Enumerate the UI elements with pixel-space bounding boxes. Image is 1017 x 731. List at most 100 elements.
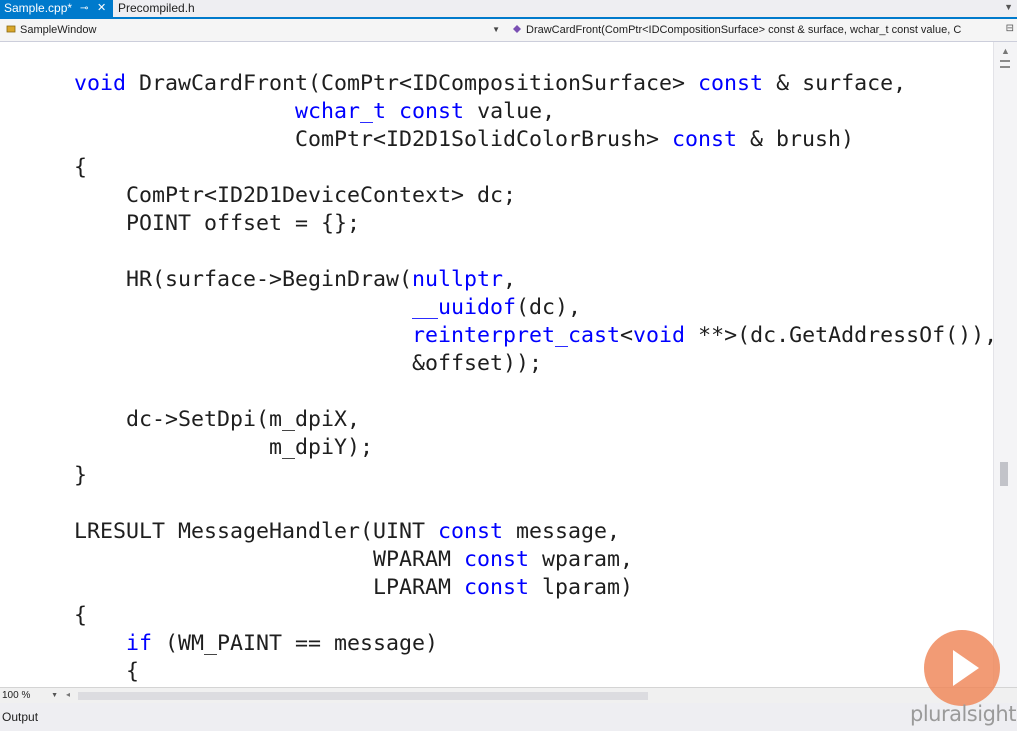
code-token: {	[74, 659, 140, 684]
code-keyword: __uuidof	[412, 295, 517, 320]
scroll-left-icon[interactable]: ◂	[66, 690, 70, 699]
code-line: if (WM_PAINT == message)	[74, 630, 993, 658]
code-keyword: const	[672, 127, 738, 152]
code-line: LRESULT MessageHandler(UINT const messag…	[74, 518, 993, 546]
method-icon	[513, 25, 521, 33]
code-token: LRESULT MessageHandler(UINT	[74, 519, 439, 544]
split-icon[interactable]: ⊟	[1006, 23, 1014, 34]
code-line: {	[74, 154, 993, 182]
output-title[interactable]: Output	[2, 710, 38, 724]
scrollbar-thumb[interactable]	[1000, 462, 1008, 486]
zoom-dropdown[interactable]: 100 % ▼	[2, 688, 60, 703]
code-token: ComPtr<ID2D1DeviceContext> dc;	[74, 183, 517, 208]
scroll-marker	[1000, 60, 1010, 62]
code-token: {	[74, 603, 88, 628]
code-token: **>(dc.GetAddressOf()),	[685, 323, 993, 348]
code-keyword: void	[74, 71, 127, 96]
code-line: &offset));	[74, 350, 993, 378]
tab-label: Precompiled.h	[118, 1, 195, 15]
chevron-down-icon[interactable]: ▼	[51, 688, 58, 703]
code-block: void DrawCardFront(ComPtr<IDCompositionS…	[74, 70, 993, 686]
pin-icon[interactable]: ⊸	[80, 0, 88, 17]
class-icon	[6, 25, 16, 33]
code-line: {	[74, 658, 993, 686]
scroll-marker	[1000, 66, 1010, 68]
code-keyword: const	[399, 99, 465, 124]
code-keyword: const	[698, 71, 764, 96]
code-line: ComPtr<ID2D1DeviceContext> dc;	[74, 182, 993, 210]
code-token: ComPtr<ID2D1SolidColorBrush>	[74, 127, 673, 152]
code-token: }	[74, 463, 88, 488]
code-keyword: wchar_t	[295, 99, 387, 124]
code-keyword: if	[126, 631, 153, 656]
code-keyword: const	[464, 575, 530, 600]
code-token: & brush)	[737, 127, 855, 152]
code-token: & surface,	[763, 71, 907, 96]
tab-label: Sample.cpp*	[4, 1, 73, 15]
code-keyword: reinterpret_cast	[412, 323, 621, 348]
member-label: DrawCardFront(ComPtr<IDCompositionSurfac…	[526, 24, 962, 36]
code-token: &offset));	[74, 351, 543, 376]
code-token: ,	[503, 267, 517, 292]
chevron-down-icon[interactable]: ▼	[492, 21, 500, 39]
document-tab-strip: Sample.cpp* ⊸ ✕ Precompiled.h ▼	[0, 0, 1017, 19]
close-icon[interactable]: ✕	[97, 0, 106, 17]
code-token: <	[620, 323, 634, 348]
code-line: wchar_t const value,	[74, 98, 993, 126]
code-line: void DrawCardFront(ComPtr<IDCompositionS…	[74, 70, 993, 98]
navigation-bar: SampleWindow ▼ DrawCardFront(ComPtr<IDCo…	[0, 19, 1017, 42]
tab-overflow-icon[interactable]: ▼	[1004, 2, 1013, 12]
code-keyword: void	[633, 323, 686, 348]
code-keyword: const	[464, 547, 530, 572]
code-token: LPARAM	[74, 575, 465, 600]
code-line: m_dpiY);	[74, 434, 993, 462]
code-token: WPARAM	[74, 547, 465, 572]
vertical-scrollbar[interactable]: ▲	[993, 42, 1017, 687]
code-token: message,	[503, 519, 621, 544]
code-line: {	[74, 602, 993, 630]
code-line: POINT offset = {};	[74, 210, 993, 238]
code-token: lparam)	[529, 575, 634, 600]
code-token: value,	[464, 99, 556, 124]
code-token: (dc),	[516, 295, 582, 320]
output-panel: Output	[0, 703, 1017, 731]
pluralsight-logo: pluralsight	[910, 702, 1016, 726]
scope-dropdown[interactable]: SampleWindow ▼	[2, 21, 504, 39]
scroll-up-icon[interactable]: ▲	[1001, 46, 1010, 56]
code-token: (WM_PAINT == message)	[152, 631, 439, 656]
code-editor[interactable]: void DrawCardFront(ComPtr<IDCompositionS…	[0, 42, 993, 687]
code-token: HR(surface->BeginDraw(	[74, 267, 413, 292]
editor-bottom-bar: 100 % ▼ ◂	[0, 687, 1017, 703]
code-token: m_dpiY);	[74, 435, 374, 460]
member-dropdown[interactable]: DrawCardFront(ComPtr<IDCompositionSurfac…	[508, 21, 998, 39]
code-keyword: const	[438, 519, 504, 544]
scope-label: SampleWindow	[20, 24, 97, 36]
code-line: reinterpret_cast<void **>(dc.GetAddressO…	[74, 322, 993, 350]
code-line: WPARAM const wparam,	[74, 546, 993, 574]
code-line: }	[74, 462, 993, 490]
play-icon	[924, 630, 1000, 706]
code-keyword: nullptr	[412, 267, 504, 292]
code-line: dc->SetDpi(m_dpiX,	[74, 406, 993, 434]
horizontal-scrollbar[interactable]	[78, 692, 648, 700]
code-token: {	[74, 155, 88, 180]
code-line: HR(surface->BeginDraw(nullptr,	[74, 266, 993, 294]
code-line: __uuidof(dc),	[74, 294, 993, 322]
code-token: dc->SetDpi(m_dpiX,	[74, 407, 361, 432]
tab-precompiled-h[interactable]: Precompiled.h	[114, 0, 204, 17]
code-token: DrawCardFront(ComPtr<IDCompositionSurfac…	[126, 71, 699, 96]
code-line: LPARAM const lparam)	[74, 574, 993, 602]
code-line: ComPtr<ID2D1SolidColorBrush> const & bru…	[74, 126, 993, 154]
zoom-value: 100 %	[2, 690, 31, 701]
tab-sample-cpp[interactable]: Sample.cpp* ⊸ ✕	[0, 0, 113, 17]
code-token: wparam,	[529, 547, 634, 572]
code-token: POINT offset = {};	[74, 211, 361, 236]
